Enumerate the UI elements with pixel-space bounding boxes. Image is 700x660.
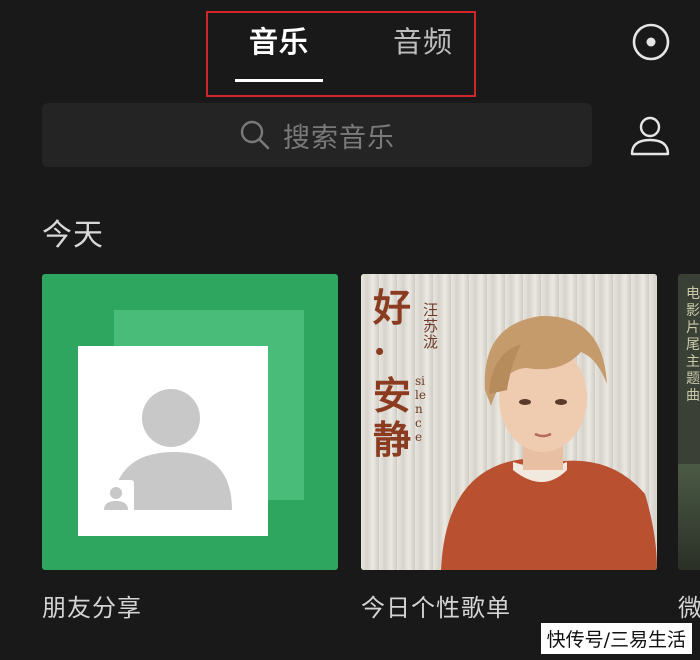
- card-third-partial[interactable]: 电影片尾主题曲: [678, 274, 700, 570]
- card-label-daily-playlist[interactable]: 今日个性歌单: [361, 588, 511, 623]
- card-daily-playlist[interactable]: 好·安静 汪苏泷 silence: [361, 274, 657, 570]
- card-label-third[interactable]: 微: [678, 588, 700, 623]
- watermark: 快传号/三易生活: [540, 623, 692, 654]
- profile-icon[interactable]: [628, 114, 672, 158]
- search-bar[interactable]: 搜索音乐: [42, 103, 592, 167]
- search-placeholder: 搜索音乐: [283, 122, 395, 154]
- album-subtitle: silence: [415, 374, 426, 444]
- card-label-friends[interactable]: 朋友分享: [42, 588, 142, 623]
- card-friends-share[interactable]: [42, 274, 338, 570]
- album-artist: 汪苏泷: [423, 301, 439, 351]
- mini-avatar-icon: [104, 487, 128, 510]
- search-icon: [240, 120, 270, 150]
- album-person-image: [441, 315, 657, 570]
- tab-music[interactable]: 音乐: [249, 22, 309, 62]
- tab-audio[interactable]: 音频: [393, 22, 453, 62]
- active-tab-indicator: [235, 79, 323, 82]
- third-card-image: [678, 464, 700, 570]
- card-front-square: [78, 346, 268, 536]
- third-card-text: 电影片尾主题曲: [686, 286, 700, 404]
- radio-icon[interactable]: [631, 22, 671, 62]
- album-title: 好·安静: [373, 285, 412, 462]
- section-title-today: 今天: [42, 218, 104, 253]
- mini-avatar-badge: [98, 480, 134, 516]
